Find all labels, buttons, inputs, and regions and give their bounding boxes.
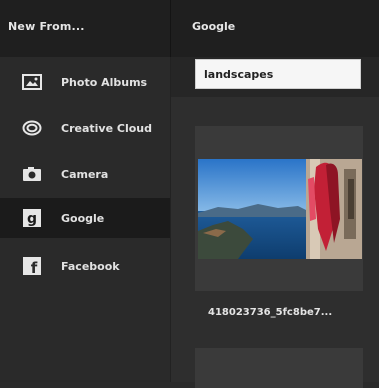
camera-icon (22, 165, 42, 183)
search-input[interactable] (195, 59, 361, 89)
facebook-icon: f (22, 257, 42, 275)
new-from-title: New From... (8, 20, 85, 33)
sidebar-item-camera[interactable]: Camera (0, 154, 170, 194)
creative-cloud-icon (22, 119, 42, 137)
photo-albums-icon (22, 73, 42, 91)
svg-text:f: f (31, 259, 38, 275)
result-card[interactable] (195, 126, 363, 291)
result-caption: 418023736_5fc8be7... (208, 307, 333, 318)
source-sidebar: Photo Albums Creative Cloud Camera g Goo… (0, 57, 170, 382)
sidebar-item-label: Facebook (61, 259, 120, 273)
sidebar-item-label: Creative Cloud (61, 121, 152, 135)
result-thumbnail (198, 159, 362, 259)
sidebar-item-google[interactable]: g Google (0, 198, 170, 238)
google-icon: g (22, 209, 42, 227)
header-divider (170, 0, 171, 57)
sidebar-item-label: Photo Albums (61, 75, 148, 89)
header-bar: New From... Google (0, 0, 379, 57)
svg-text:g: g (27, 211, 37, 227)
sidebar-item-label: Google (61, 211, 105, 225)
result-card-partial[interactable] (195, 348, 363, 388)
sidebar-item-creative-cloud[interactable]: Creative Cloud (0, 108, 170, 148)
sidebar-item-photo-albums[interactable]: Photo Albums (0, 62, 170, 102)
sidebar-item-label: Camera (61, 167, 109, 181)
results-panel (171, 57, 379, 388)
sidebar-item-facebook[interactable]: f Facebook (0, 246, 170, 286)
search-bar (171, 57, 379, 97)
source-title: Google (192, 20, 236, 33)
